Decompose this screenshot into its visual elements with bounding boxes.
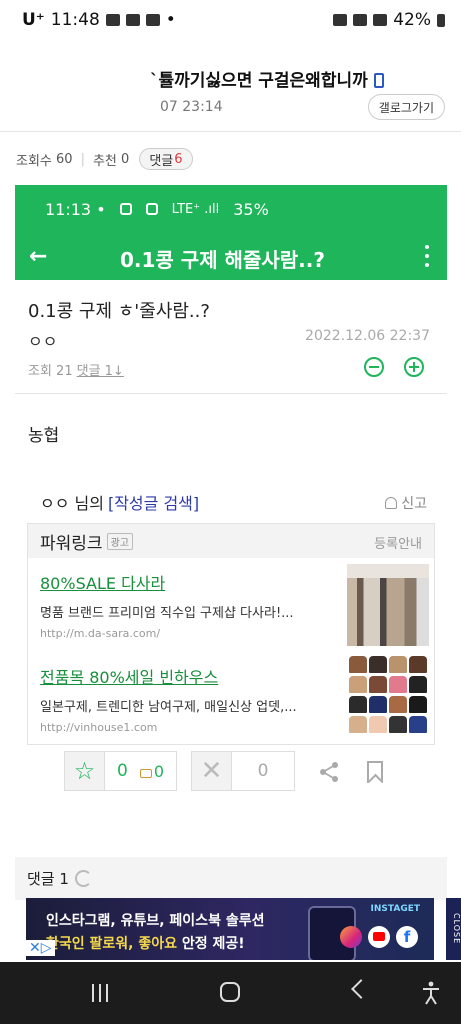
alarm-icon xyxy=(333,14,348,26)
fix-icon xyxy=(139,768,152,778)
screen: U⁺ 11:48 • 42% `튤까기싫으면 구걸은왜합니까 07 23:14 … xyxy=(0,0,461,1024)
recommend-button[interactable]: ☆ 0 0 xyxy=(64,751,178,791)
powerlink-title: 파워링크 xyxy=(40,533,103,554)
powerlink-ad-item: 전품목 80%세일 빈하우스 일본구제, 트렌디한 남여구제, 매일신상 업뎃,… xyxy=(40,664,340,734)
ad-title: 80%SALE 다사라 xyxy=(40,574,166,593)
inner-post-title: 0.1콩 구제 ㅎ'줄사람..? xyxy=(28,301,210,322)
ad-banner-line2: 한국인 팔로워, 좋아요 안정 제공! xyxy=(46,936,245,952)
back-arrow-icon: ← xyxy=(29,244,48,269)
status-bar: U⁺ 11:48 • 42% xyxy=(0,0,461,40)
inner-author-line: ㅇㅇ 님의 [작성글 검색] xyxy=(40,494,200,513)
recommend-count: 0 xyxy=(117,761,128,781)
bookmark-icon xyxy=(367,761,383,783)
reaction-row: ☆ 0 0 ✕ 0 xyxy=(64,751,296,791)
gallery-notification-icon xyxy=(105,14,120,26)
instagram-icon xyxy=(340,926,362,948)
refresh-icon xyxy=(74,870,92,887)
comment-count: 6 xyxy=(174,151,183,167)
more-options-icon xyxy=(425,245,429,267)
recommend-label: 추천 xyxy=(92,153,117,169)
ad-brand: INSTAGET xyxy=(370,904,420,914)
ad-url: http://m.da-sara.com/ xyxy=(40,627,161,640)
inner-clock: 11:13 • xyxy=(45,199,106,219)
inner-post-author: ㅇㅇ xyxy=(28,332,58,351)
inner-status-bar: 11:13 • LTE⁺ .ıll 35% xyxy=(15,185,447,233)
zoom-out-icon xyxy=(364,357,384,377)
post-header: `튤까기싫으면 구걸은왜합니까 07 23:14 갤로그가기 xyxy=(0,40,461,132)
mobile-icon xyxy=(373,73,384,88)
carrier-label: U⁺ xyxy=(22,10,45,30)
wifi-icon xyxy=(373,14,388,26)
ad-thumbnail-clothing-racks xyxy=(347,564,429,646)
dislike-count: 0 xyxy=(257,761,269,781)
inner-comment-header: 댓글 1 xyxy=(27,868,92,889)
views-label: 조회수 xyxy=(16,153,52,169)
accessibility-icon[interactable] xyxy=(421,981,441,1005)
back-button[interactable] xyxy=(351,979,371,999)
x-icon: ✕ xyxy=(200,756,223,786)
inner-report: 신고 xyxy=(385,493,427,513)
inner-post-date: 2022.12.06 22:37 xyxy=(305,328,430,344)
powerlink-header: 파워링크 광고 등록안내 xyxy=(28,524,434,558)
chat-notification-icon xyxy=(145,14,160,26)
powerlink-ad-item: 80%SALE 다사라 명품 브랜드 프리미엄 직수입 구제샵 다사라!... … xyxy=(40,570,340,640)
navigation-bar xyxy=(0,962,461,1024)
divider xyxy=(15,393,447,394)
ad-banner-line1: 인스타그램, 유튜브, 페이스북 솔루션 xyxy=(46,913,265,929)
inner-battery: 35% xyxy=(233,199,269,219)
gallog-button[interactable]: 갤로그가기 xyxy=(367,94,445,120)
powerlink-info: 등록안내 xyxy=(374,537,422,552)
ad-badge: 광고 xyxy=(106,532,133,550)
share-icon xyxy=(320,762,338,782)
battery-icon xyxy=(437,13,445,27)
post-date: 07 23:14 xyxy=(160,99,223,115)
ad-description: 일본구제, 트렌디한 남여구제, 매일신상 업뎃,... xyxy=(40,700,297,715)
inner-reply-link: 댓글 1↓ xyxy=(76,364,124,379)
post-stats: 조회수 60 | 추천 0 댓글 6 xyxy=(16,148,193,170)
inner-post-views: 조회 21 댓글 1↓ xyxy=(28,364,124,379)
ad-close-button[interactable]: CLOSE xyxy=(446,898,461,960)
comment-count-button[interactable]: 댓글 6 xyxy=(139,148,193,170)
inner-app-title: 0.1콩 구제 해줄사람..? xyxy=(120,248,325,272)
fix-recommend-count: 0 xyxy=(139,762,164,781)
report-icon xyxy=(385,497,398,509)
powerlink-ad-box: 파워링크 광고 등록안내 80%SALE 다사라 명품 브랜드 프리미엄 직수입… xyxy=(27,523,435,745)
mute-icon xyxy=(353,14,368,26)
inner-author-search: [작성글 검색] xyxy=(107,494,200,513)
zoom-in-icon xyxy=(404,357,424,377)
ad-url: http://vinhouse1.com xyxy=(40,721,158,734)
home-button[interactable] xyxy=(220,982,240,1002)
facebook-icon: f xyxy=(396,926,418,948)
inner-app-bar: ← 0.1콩 구제 해줄사람..? xyxy=(15,233,447,280)
attached-screenshot: 11:13 • LTE⁺ .ıll 35% ← 0.1콩 구제 해줄사람..? … xyxy=(15,185,447,900)
clock: 11:48 xyxy=(50,10,100,30)
divider: | xyxy=(80,151,85,167)
star-icon: ☆ xyxy=(73,757,96,785)
ad-thumbnail-coats xyxy=(347,654,429,736)
bottom-ad-banner[interactable]: 인스타그램, 유튜브, 페이스북 솔루션 한국인 팔로워, 좋아요 안정 제공!… xyxy=(26,898,434,960)
ad-choices-icon[interactable]: ✕▷ xyxy=(26,940,55,956)
inner-post-body: 농협 xyxy=(28,426,60,446)
youtube-icon xyxy=(368,926,390,948)
recommend-count: 0 xyxy=(121,151,130,167)
post-title: `튤까기싫으면 구걸은왜합니까 xyxy=(150,66,384,91)
dislike-button[interactable]: ✕ 0 xyxy=(191,751,296,791)
battery-percent: 42% xyxy=(393,10,431,30)
inner-alarm-icon xyxy=(145,203,158,215)
more-notifications-dot: • xyxy=(165,10,176,30)
talk-notification-icon xyxy=(125,14,140,26)
ad-title: 전품목 80%세일 빈하우스 xyxy=(40,668,219,687)
ad-description: 명품 브랜드 프리미엄 직수입 구제샵 다사라!... xyxy=(40,606,294,621)
recent-apps-button[interactable] xyxy=(92,984,108,1002)
inner-signal: LTE⁺ .ıll xyxy=(171,201,220,217)
views-count: 60 xyxy=(56,151,73,167)
inner-status-icons xyxy=(119,203,132,215)
